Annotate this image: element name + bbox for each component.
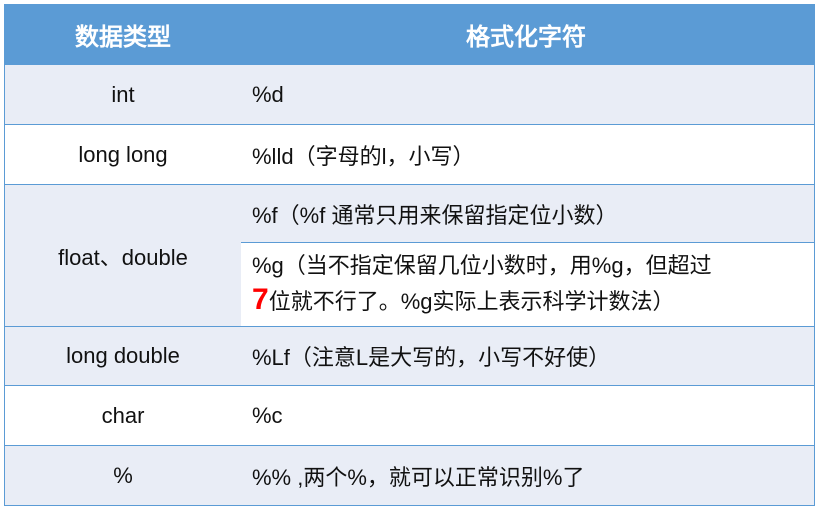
format-cell-g: %g（当不指定保留几位小数时，用%g，但超过 7位就不行了。%g实际上表示科学计… — [241, 242, 814, 327]
highlight-number: 7 — [252, 283, 269, 316]
table-row: float、double %f（%f 通常只用来保留指定位小数） %g（当不指定… — [5, 184, 814, 327]
type-cell: char — [101, 402, 145, 428]
format-cell: %Lf（注意L是大写的，小写不好使） — [252, 345, 611, 370]
type-cell: int — [111, 81, 135, 107]
type-cell: % — [113, 462, 133, 488]
table-header: 数据类型 格式化字符 — [5, 4, 814, 65]
header-data-type: 数据类型 — [75, 24, 171, 51]
format-g-line2-wrap: 7位就不行了。%g实际上表示科学计数法） — [252, 283, 814, 319]
format-cell: %d — [252, 81, 284, 107]
format-g-line1: %g（当不指定保留几位小数时，用%g，但超过 — [252, 253, 712, 278]
table-row: int %d — [5, 65, 814, 124]
table-row: long double %Lf（注意L是大写的，小写不好使） — [5, 326, 814, 385]
format-g-line2: 位就不行了。%g实际上表示科学计数法） — [268, 289, 675, 314]
type-cell: long double — [66, 343, 180, 368]
type-cell: float、double — [58, 244, 188, 270]
table-row: char %c — [5, 385, 814, 445]
format-cell: %% ,两个%，就可以正常识别%了 — [252, 464, 585, 490]
type-cell: long long — [78, 141, 168, 167]
table-row: % %% ,两个%，就可以正常识别%了 — [5, 445, 814, 505]
table-row: long long %lld（字母的l，小写） — [5, 124, 814, 184]
header-format-char: 格式化字符 — [466, 24, 586, 51]
format-cell: %c — [252, 402, 283, 428]
format-cell-f: %f（%f 通常只用来保留指定位小数） — [252, 202, 618, 228]
format-cell: %lld（字母的l，小写） — [252, 143, 475, 169]
format-specifier-table: 数据类型 格式化字符 int %d long long %lld（字母的l，小写… — [4, 4, 815, 506]
